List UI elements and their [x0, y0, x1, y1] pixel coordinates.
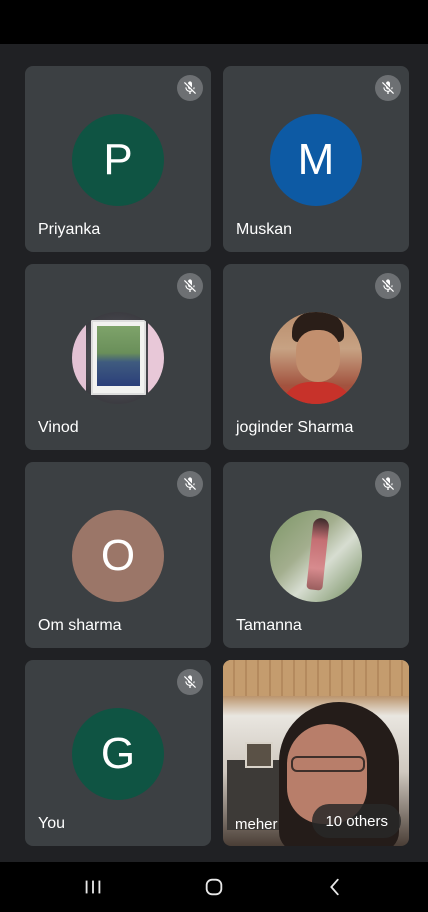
- avatar-initial: M: [297, 135, 335, 184]
- recent-apps-icon: [85, 880, 101, 894]
- participant-name: Vinod: [38, 419, 79, 436]
- recent-apps-button[interactable]: [63, 862, 123, 912]
- avatar-initial: P: [103, 135, 133, 184]
- participant-name: Muskan: [236, 221, 293, 238]
- participant-tile-vinod[interactable]: Vinod: [25, 264, 211, 450]
- participant-name: You: [38, 815, 65, 832]
- mic-off-icon: [375, 471, 401, 497]
- avatar-photo: [270, 312, 362, 404]
- participant-name: Tamanna: [236, 617, 302, 634]
- participant-name: meher: [235, 816, 278, 833]
- avatar: G: [72, 708, 164, 800]
- avatar: O: [72, 510, 164, 602]
- back-icon: [330, 878, 339, 896]
- avatar: P: [72, 114, 164, 206]
- status-bar: [0, 0, 428, 44]
- mic-off-icon: [177, 669, 203, 695]
- mic-off-icon: [177, 471, 203, 497]
- back-button[interactable]: [305, 862, 365, 912]
- mic-off-icon: [375, 273, 401, 299]
- participant-grid: P Priyanka M Muskan Vinod joginder Sharm…: [25, 66, 409, 846]
- others-button[interactable]: 10 others: [312, 804, 401, 838]
- mic-off-icon: [177, 273, 203, 299]
- participant-tile-muskan[interactable]: M Muskan: [223, 66, 409, 252]
- home-button[interactable]: [184, 862, 244, 912]
- mic-off-icon: [375, 75, 401, 101]
- participant-name: Priyanka: [38, 221, 101, 238]
- system-nav-bar: [0, 862, 428, 912]
- participant-tile-tamanna[interactable]: Tamanna: [223, 462, 409, 648]
- participant-tile-om-sharma[interactable]: O Om sharma: [25, 462, 211, 648]
- participant-name: joginder Sharma: [236, 419, 354, 436]
- participant-name: Om sharma: [38, 617, 122, 634]
- avatar-photo: [270, 510, 362, 602]
- avatar-photo: [72, 312, 164, 404]
- participant-tile-priyanka[interactable]: P Priyanka: [25, 66, 211, 252]
- avatar-initial: G: [100, 729, 136, 778]
- mic-off-icon: [177, 75, 203, 101]
- participant-tile-you[interactable]: G You: [25, 660, 211, 846]
- avatar: M: [270, 114, 362, 206]
- home-icon: [205, 878, 223, 896]
- avatar-initial: O: [100, 531, 136, 580]
- participant-tile-joginder-sharma[interactable]: joginder Sharma: [223, 264, 409, 450]
- participant-tile-meher-video[interactable]: meher 10 others: [223, 660, 409, 846]
